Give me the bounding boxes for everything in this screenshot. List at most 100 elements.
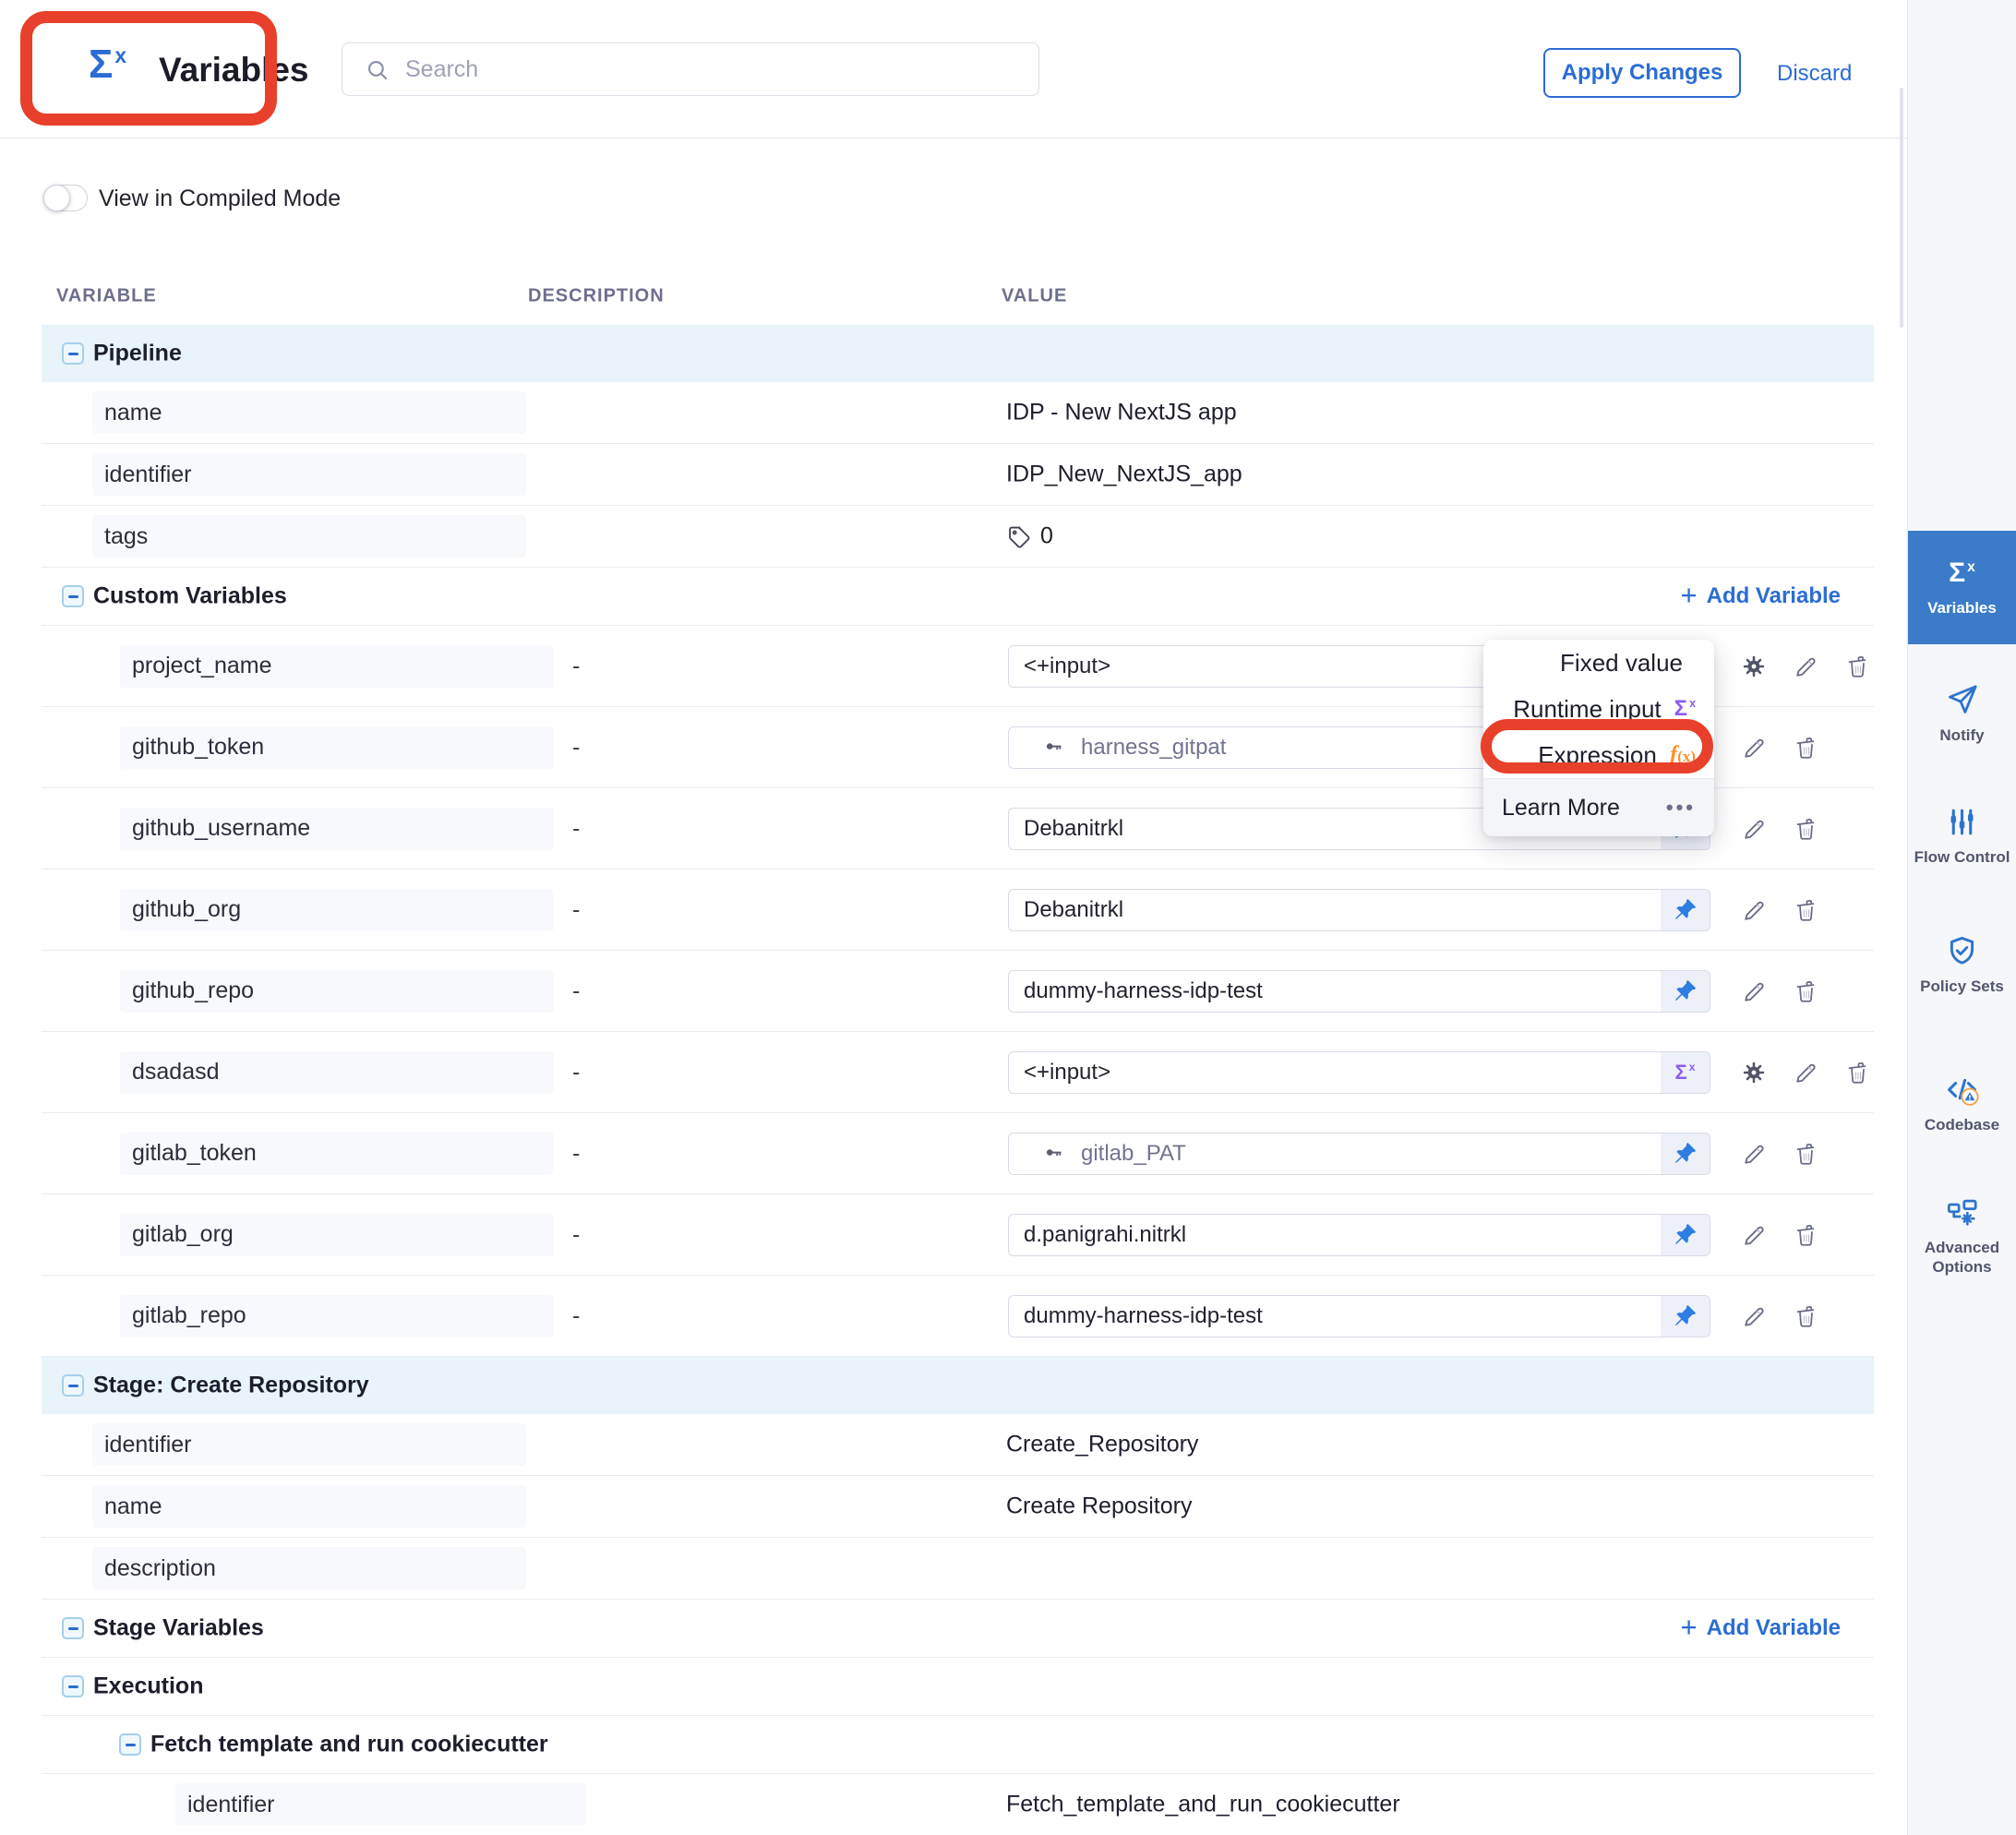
table-row-identifier: identifierIDP_New_NextJS_app xyxy=(42,444,1874,506)
discard-button[interactable]: Discard xyxy=(1777,61,1852,87)
gear-icon[interactable] xyxy=(1740,1059,1768,1086)
sidebar-item-advanced-options[interactable]: Advanced Options xyxy=(1908,1195,2016,1277)
sidebar-item-policy-sets[interactable]: Policy Sets xyxy=(1908,934,2016,996)
page-title: Variables xyxy=(159,51,309,90)
search-input[interactable] xyxy=(403,55,1038,84)
menu-learn-more[interactable]: Learn More ••• xyxy=(1483,778,1714,836)
value-text: Debanitrkl xyxy=(1009,897,1661,923)
trash-icon[interactable] xyxy=(1792,977,1819,1005)
key-icon xyxy=(1040,1143,1068,1164)
table-header: VARIABLE DESCRIPTION VALUE xyxy=(42,268,1874,325)
variable-description: - xyxy=(572,1140,580,1167)
collapse-icon[interactable] xyxy=(119,1733,141,1756)
pencil-icon[interactable] xyxy=(1740,1221,1768,1249)
sidebar-item-variables[interactable]: ΣxVariables xyxy=(1908,531,2016,644)
pencil-icon[interactable] xyxy=(1740,734,1768,762)
value-type-menu: Fixed value Runtime input Σx Expression … xyxy=(1483,640,1714,836)
main-panel: Σx Variables Apply Changes Discard View … xyxy=(0,0,1907,1835)
code-icon xyxy=(1945,1073,1979,1107)
variable-description: - xyxy=(572,977,580,1004)
column-variable: VARIABLE xyxy=(56,286,157,307)
variable-value: Create_Repository xyxy=(1006,1432,1198,1458)
section-row-stage-create-repository: Stage: Create Repository xyxy=(42,1357,1874,1414)
row-actions xyxy=(1740,896,1819,924)
trash-icon[interactable] xyxy=(1792,896,1819,924)
value-input-github_repo[interactable]: dummy-harness-idp-test xyxy=(1008,970,1710,1013)
apply-changes-button[interactable]: Apply Changes xyxy=(1543,48,1741,98)
header: Σx Variables Apply Changes Discard xyxy=(0,0,1907,138)
variable-description: - xyxy=(572,896,580,923)
trash-icon[interactable] xyxy=(1792,1221,1819,1249)
pencil-icon[interactable] xyxy=(1740,896,1768,924)
sidebar-item-label: Advanced Options xyxy=(1908,1238,2016,1277)
sidebar-item-codebase[interactable]: Codebase xyxy=(1908,1073,2016,1134)
menu-item-expression[interactable]: Expression f(x) xyxy=(1483,732,1714,778)
menu-item-fixed-value[interactable]: Fixed value xyxy=(1483,640,1714,686)
trash-icon[interactable] xyxy=(1843,1059,1871,1086)
trash-icon[interactable] xyxy=(1843,653,1871,680)
key-icon xyxy=(1040,737,1068,758)
pin-badge[interactable] xyxy=(1661,1133,1710,1174)
collapse-icon[interactable] xyxy=(62,1374,84,1397)
section-label: Custom Variables xyxy=(93,583,287,610)
trash-icon[interactable] xyxy=(1792,815,1819,843)
gear-icon[interactable] xyxy=(1740,653,1768,680)
variable-value: Create Repository xyxy=(1006,1493,1192,1520)
sidebar-item-notify[interactable]: Notify xyxy=(1908,683,2016,745)
plus-icon: + xyxy=(1681,1613,1698,1641)
sidebar-item-label: Notify xyxy=(1939,726,1984,745)
value-input-github_org[interactable]: Debanitrkl xyxy=(1008,889,1710,931)
pin-badge[interactable] xyxy=(1661,1296,1710,1337)
section-label: Fetch template and run cookiecutter xyxy=(150,1732,548,1758)
row-actions xyxy=(1740,1302,1819,1330)
trash-icon[interactable] xyxy=(1792,734,1819,762)
value-input-gitlab_token[interactable]: gitlab_PAT xyxy=(1008,1133,1710,1175)
variable-name: tags xyxy=(92,515,526,558)
variable-name: project_name xyxy=(120,645,554,688)
collapse-icon[interactable] xyxy=(62,1617,84,1639)
row-actions xyxy=(1740,815,1819,843)
collapse-icon[interactable] xyxy=(62,342,84,365)
sidebar-item-label: Codebase xyxy=(1925,1115,1999,1134)
collapse-icon[interactable] xyxy=(62,1675,84,1697)
value-input-gitlab_repo[interactable]: dummy-harness-idp-test xyxy=(1008,1295,1710,1337)
section-row-custom-variables: Custom Variables +Add Variable xyxy=(42,568,1874,626)
pencil-icon[interactable] xyxy=(1792,1059,1819,1086)
value-input-gitlab_org[interactable]: d.panigrahi.nitrkl xyxy=(1008,1214,1710,1256)
pencil-icon[interactable] xyxy=(1792,653,1819,680)
pin-badge[interactable] xyxy=(1661,890,1710,930)
pencil-icon[interactable] xyxy=(1740,815,1768,843)
table-row-identifier: identifierFetch_template_and_run_cookiec… xyxy=(42,1774,1874,1835)
sigma-icon: Σx xyxy=(89,44,126,85)
pencil-icon[interactable] xyxy=(1740,1302,1768,1330)
runtime-input-badge[interactable]: Σx xyxy=(1661,1052,1710,1093)
pin-badge[interactable] xyxy=(1661,1215,1710,1255)
section-row-stage-variables: Stage Variables+Add Variable xyxy=(42,1600,1874,1658)
variable-name: github_org xyxy=(120,889,554,931)
add-variable-button[interactable]: +Add Variable xyxy=(1681,583,1842,609)
pencil-icon[interactable] xyxy=(1740,977,1768,1005)
table-row-github_org: github_org- Debanitrkl xyxy=(42,870,1874,951)
search-box[interactable] xyxy=(342,42,1039,96)
variable-name: gitlab_org xyxy=(120,1214,554,1256)
collapse-icon[interactable] xyxy=(62,585,84,607)
value-text: d.panigrahi.nitrkl xyxy=(1009,1222,1661,1248)
section-row-execution: Execution xyxy=(42,1658,1874,1716)
variable-value: IDP_New_NextJS_app xyxy=(1006,462,1242,488)
table-row-gitlab_token: gitlab_token-gitlab_PAT xyxy=(42,1113,1874,1194)
sidebar-item-flow-control[interactable]: Flow Control xyxy=(1908,805,2016,867)
menu-item-runtime-input[interactable]: Runtime input Σx xyxy=(1483,686,1714,732)
section-row-pipeline: Pipeline xyxy=(42,325,1874,382)
toggle-knob xyxy=(43,185,70,211)
compiled-mode-toggle[interactable] xyxy=(43,185,88,211)
table-row-name: nameCreate Repository xyxy=(42,1476,1874,1538)
shield-icon xyxy=(1945,934,1979,968)
value-text: dummy-harness-idp-test xyxy=(1009,978,1661,1004)
value-input-dsadasd[interactable]: <+input>Σx xyxy=(1008,1051,1710,1094)
trash-icon[interactable] xyxy=(1792,1140,1819,1168)
scrollbar-thumb[interactable] xyxy=(1900,88,1903,328)
pin-badge[interactable] xyxy=(1661,971,1710,1012)
trash-icon[interactable] xyxy=(1792,1302,1819,1330)
add-variable-button[interactable]: +Add Variable xyxy=(1681,1615,1842,1641)
pencil-icon[interactable] xyxy=(1740,1140,1768,1168)
